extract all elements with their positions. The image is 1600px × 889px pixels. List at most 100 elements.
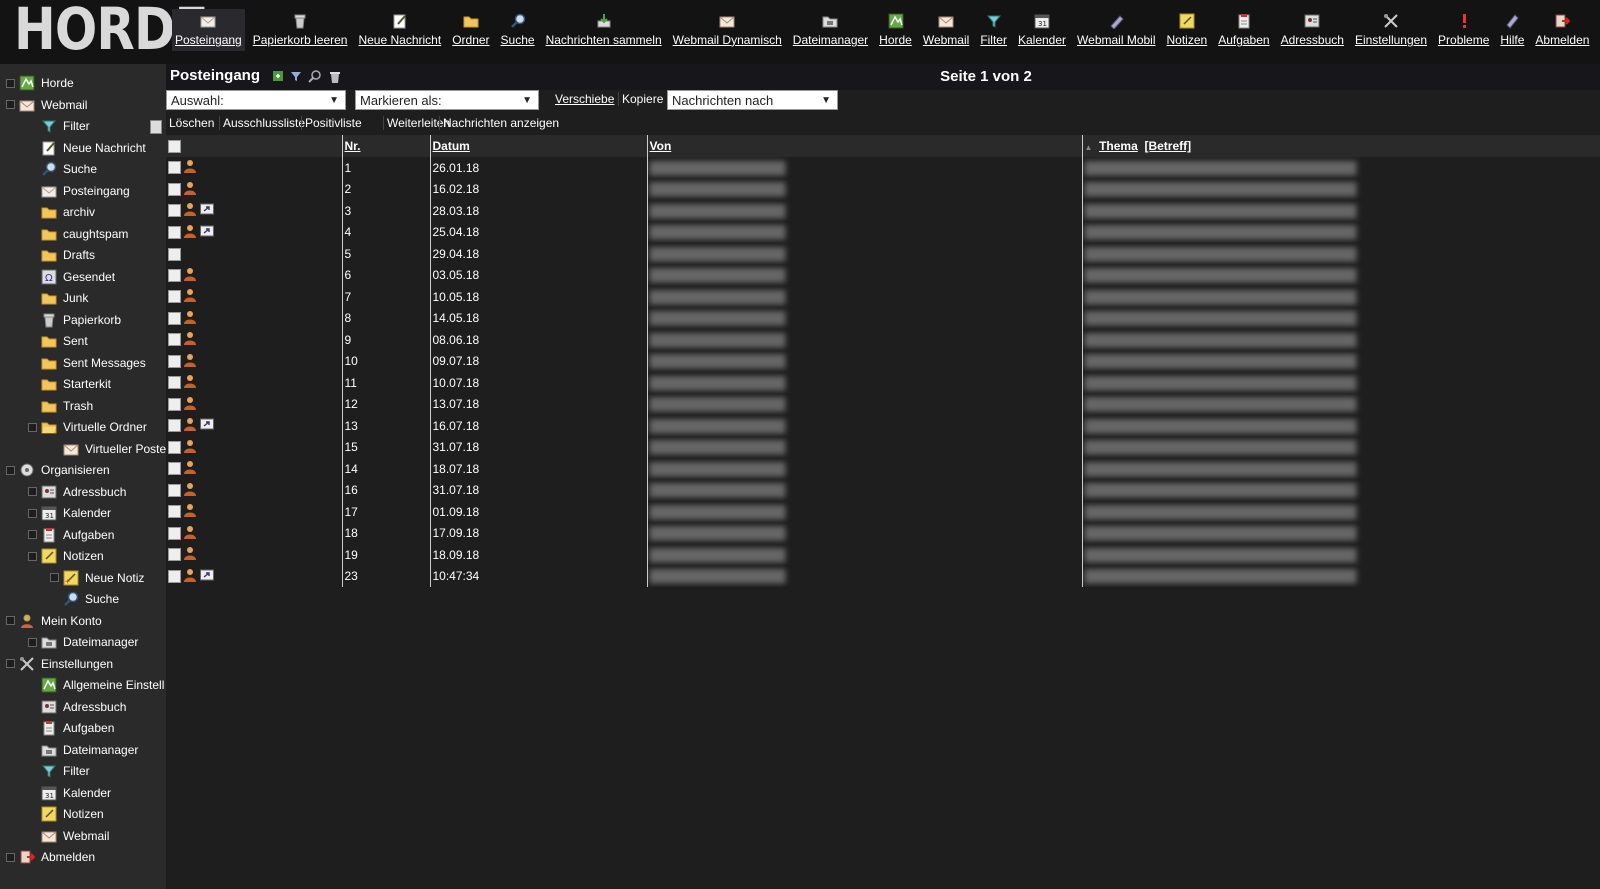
row-checkbox[interactable]	[168, 333, 181, 347]
message-subject-redacted[interactable]: ████████████████████████████████	[1081, 479, 1600, 501]
toolbar-probleme[interactable]: Probleme	[1435, 9, 1492, 51]
sidebar-item-filter[interactable]: Filter	[28, 116, 90, 136]
message-subject-redacted[interactable]: ████████████████████████████████	[1081, 200, 1600, 222]
sidebar-item-filter[interactable]: Filter	[28, 761, 90, 781]
row-checkbox[interactable]	[168, 376, 181, 390]
toolbar-hilfe[interactable]: Hilfe	[1497, 9, 1527, 51]
sidebar-item-webmail[interactable]: Webmail	[6, 95, 87, 115]
sidebar-item-papierkorb[interactable]: Papierkorb	[28, 310, 121, 330]
row-checkbox[interactable]	[168, 569, 181, 583]
table-row[interactable]: 23 10:47:34 ████████████████ ██████████████…	[166, 565, 1600, 587]
message-subject-redacted[interactable]: ████████████████████████████████	[1081, 436, 1600, 458]
row-checkbox[interactable]	[168, 311, 181, 325]
tree-toggle-icon[interactable]	[28, 422, 37, 432]
row-checkbox[interactable]	[168, 268, 181, 282]
message-subject-redacted[interactable]: ████████████████████████████████	[1081, 522, 1600, 544]
sidebar-item-gesendet[interactable]: Ω Gesendet	[28, 267, 115, 287]
toolbar-webmail[interactable]: Webmail	[920, 9, 972, 51]
toolbar-nachrichten-sammeln[interactable]: Nachrichten sammeln	[543, 9, 665, 51]
toolbar-kalender[interactable]: 31 Kalender	[1015, 9, 1069, 51]
row-checkbox[interactable]	[168, 483, 181, 497]
message-subject-redacted[interactable]: ████████████████████████████████	[1081, 264, 1600, 286]
message-subject-redacted[interactable]: ████████████████████████████████	[1081, 393, 1600, 415]
message-from-redacted[interactable]: ████████████████	[646, 522, 1082, 544]
message-from-redacted[interactable]: ████████████████	[646, 307, 1082, 329]
message-from-redacted[interactable]: ████████████████	[646, 458, 1082, 480]
message-from-redacted[interactable]: ████████████████	[646, 243, 1082, 265]
message-from-redacted[interactable]: ████████████████	[646, 329, 1082, 351]
tree-toggle-icon[interactable]	[6, 78, 15, 88]
sidebar-item-adressbuch[interactable]: Adressbuch	[28, 482, 126, 502]
sidebar-item-junk[interactable]: Junk	[28, 288, 88, 308]
sidebar-item-notizen[interactable]: Notizen	[28, 546, 104, 566]
row-checkbox[interactable]	[168, 182, 181, 196]
row-checkbox[interactable]	[168, 247, 181, 261]
sidebar-item-drafts[interactable]: Drafts	[28, 245, 95, 265]
tree-toggle-icon[interactable]	[6, 659, 15, 668]
table-row[interactable]: 11 10.07.18 ████████████████ ██████████████…	[166, 372, 1600, 394]
table-row[interactable]: 1 26.01.18 ████████████████ ███████████████…	[166, 157, 1600, 179]
message-from-redacted[interactable]: ████████████████	[646, 501, 1082, 523]
table-row[interactable]: 17 01.09.18 ████████████████ ██████████████…	[166, 501, 1600, 523]
tree-toggle-icon[interactable]	[28, 508, 37, 518]
row-checkbox[interactable]	[168, 204, 181, 218]
message-from-redacted[interactable]: ████████████████	[646, 372, 1082, 394]
column-subject[interactable]: ▲ Thema [Betreff]	[1081, 135, 1600, 157]
message-subject-redacted[interactable]: ████████████████████████████████	[1081, 243, 1600, 265]
sidebar-item-organisieren[interactable]: Organisieren	[6, 460, 110, 480]
sidebar-item-aufgaben[interactable]: Aufgaben	[28, 525, 114, 545]
message-subject-redacted[interactable]: ████████████████████████████████	[1081, 501, 1600, 523]
sidebar-item-suche[interactable]: Suche	[28, 159, 97, 179]
tree-toggle-icon[interactable]	[28, 637, 37, 647]
message-subject-redacted[interactable]: ████████████████████████████████	[1081, 565, 1600, 587]
sidebar-item-sent[interactable]: Sent	[28, 331, 88, 351]
sidebar-item-dateimanager[interactable]: Dateimanager	[28, 632, 138, 652]
message-from-redacted[interactable]: ████████████████	[646, 221, 1082, 243]
sidebar-item-einstellungen[interactable]: Einstellungen	[6, 654, 113, 674]
toolbar-ordner[interactable]: Ordner	[449, 9, 492, 51]
row-checkbox[interactable]	[168, 548, 181, 562]
message-subject-redacted[interactable]: ████████████████████████████████	[1081, 544, 1600, 566]
sidebar-item-virtuelle-ordner[interactable]: Virtuelle Ordner	[28, 417, 147, 437]
message-from-redacted[interactable]: ████████████████	[646, 565, 1082, 587]
sidebar-item-archiv[interactable]: archiv	[28, 202, 95, 222]
toolbar-webmail-mobil[interactable]: Webmail Mobil	[1074, 9, 1158, 51]
table-row[interactable]: 2 16.02.18 ████████████████ ███████████████…	[166, 178, 1600, 200]
message-from-redacted[interactable]: ████████████████	[646, 415, 1082, 437]
tree-toggle-icon[interactable]	[28, 551, 37, 561]
sidebar-item-trash[interactable]: Trash	[28, 396, 93, 416]
table-row[interactable]: 6 03.05.18 ████████████████ ███████████████…	[166, 264, 1600, 286]
message-from-redacted[interactable]: ████████████████	[646, 286, 1082, 308]
sidebar-item-allgemeine-einstell[interactable]: Allgemeine Einstell	[28, 675, 164, 695]
sidebar-item-webmail[interactable]: Webmail	[28, 826, 109, 846]
toolbar-suche[interactable]: Suche	[498, 9, 538, 51]
select-all-checkbox[interactable]	[168, 140, 181, 154]
sidebar-item-starterkit[interactable]: Starterkit	[28, 374, 111, 394]
sidebar-item-suche[interactable]: Suche	[50, 589, 119, 609]
row-checkbox[interactable]	[168, 462, 181, 476]
message-subject-redacted[interactable]: ████████████████████████████████	[1081, 221, 1600, 243]
toolbar-papierkorb-leeren[interactable]: Papierkorb leeren	[250, 9, 351, 51]
row-checkbox[interactable]	[168, 354, 181, 368]
row-checkbox[interactable]	[168, 440, 181, 454]
table-row[interactable]: 7 10.05.18 ████████████████ ███████████████…	[166, 286, 1600, 308]
table-row[interactable]: 13 16.07.18 ████████████████ ██████████████…	[166, 415, 1600, 437]
tree-toggle-icon[interactable]	[6, 465, 15, 475]
table-row[interactable]: 8 14.05.18 ████████████████ ███████████████…	[166, 307, 1600, 329]
table-row[interactable]: 19 18.09.18 ████████████████ ██████████████…	[166, 544, 1600, 566]
sidebar-item-aufgaben[interactable]: Aufgaben	[28, 718, 114, 738]
row-checkbox[interactable]	[168, 397, 181, 411]
sidebar-collapse-handle[interactable]	[150, 120, 162, 134]
target-folder-dropdown[interactable]: Nachrichten nach ▼	[667, 90, 838, 110]
message-subject-redacted[interactable]: ████████████████████████████████	[1081, 329, 1600, 351]
action-ausschlussliste[interactable]: Ausschlussliste	[219, 116, 308, 130]
tree-toggle-icon[interactable]	[6, 852, 15, 862]
message-from-redacted[interactable]: ████████████████	[646, 178, 1082, 200]
row-checkbox[interactable]	[168, 526, 181, 540]
table-row[interactable]: 18 17.09.18 ████████████████ ██████████████…	[166, 522, 1600, 544]
message-from-redacted[interactable]: ████████████████	[646, 264, 1082, 286]
table-row[interactable]: 15 31.07.18 ████████████████ ██████████████…	[166, 436, 1600, 458]
sidebar-item-kalender[interactable]: 31 Kalender	[28, 783, 111, 803]
table-row[interactable]: 10 09.07.18 ████████████████ ██████████████…	[166, 350, 1600, 372]
row-checkbox[interactable]	[168, 505, 181, 519]
